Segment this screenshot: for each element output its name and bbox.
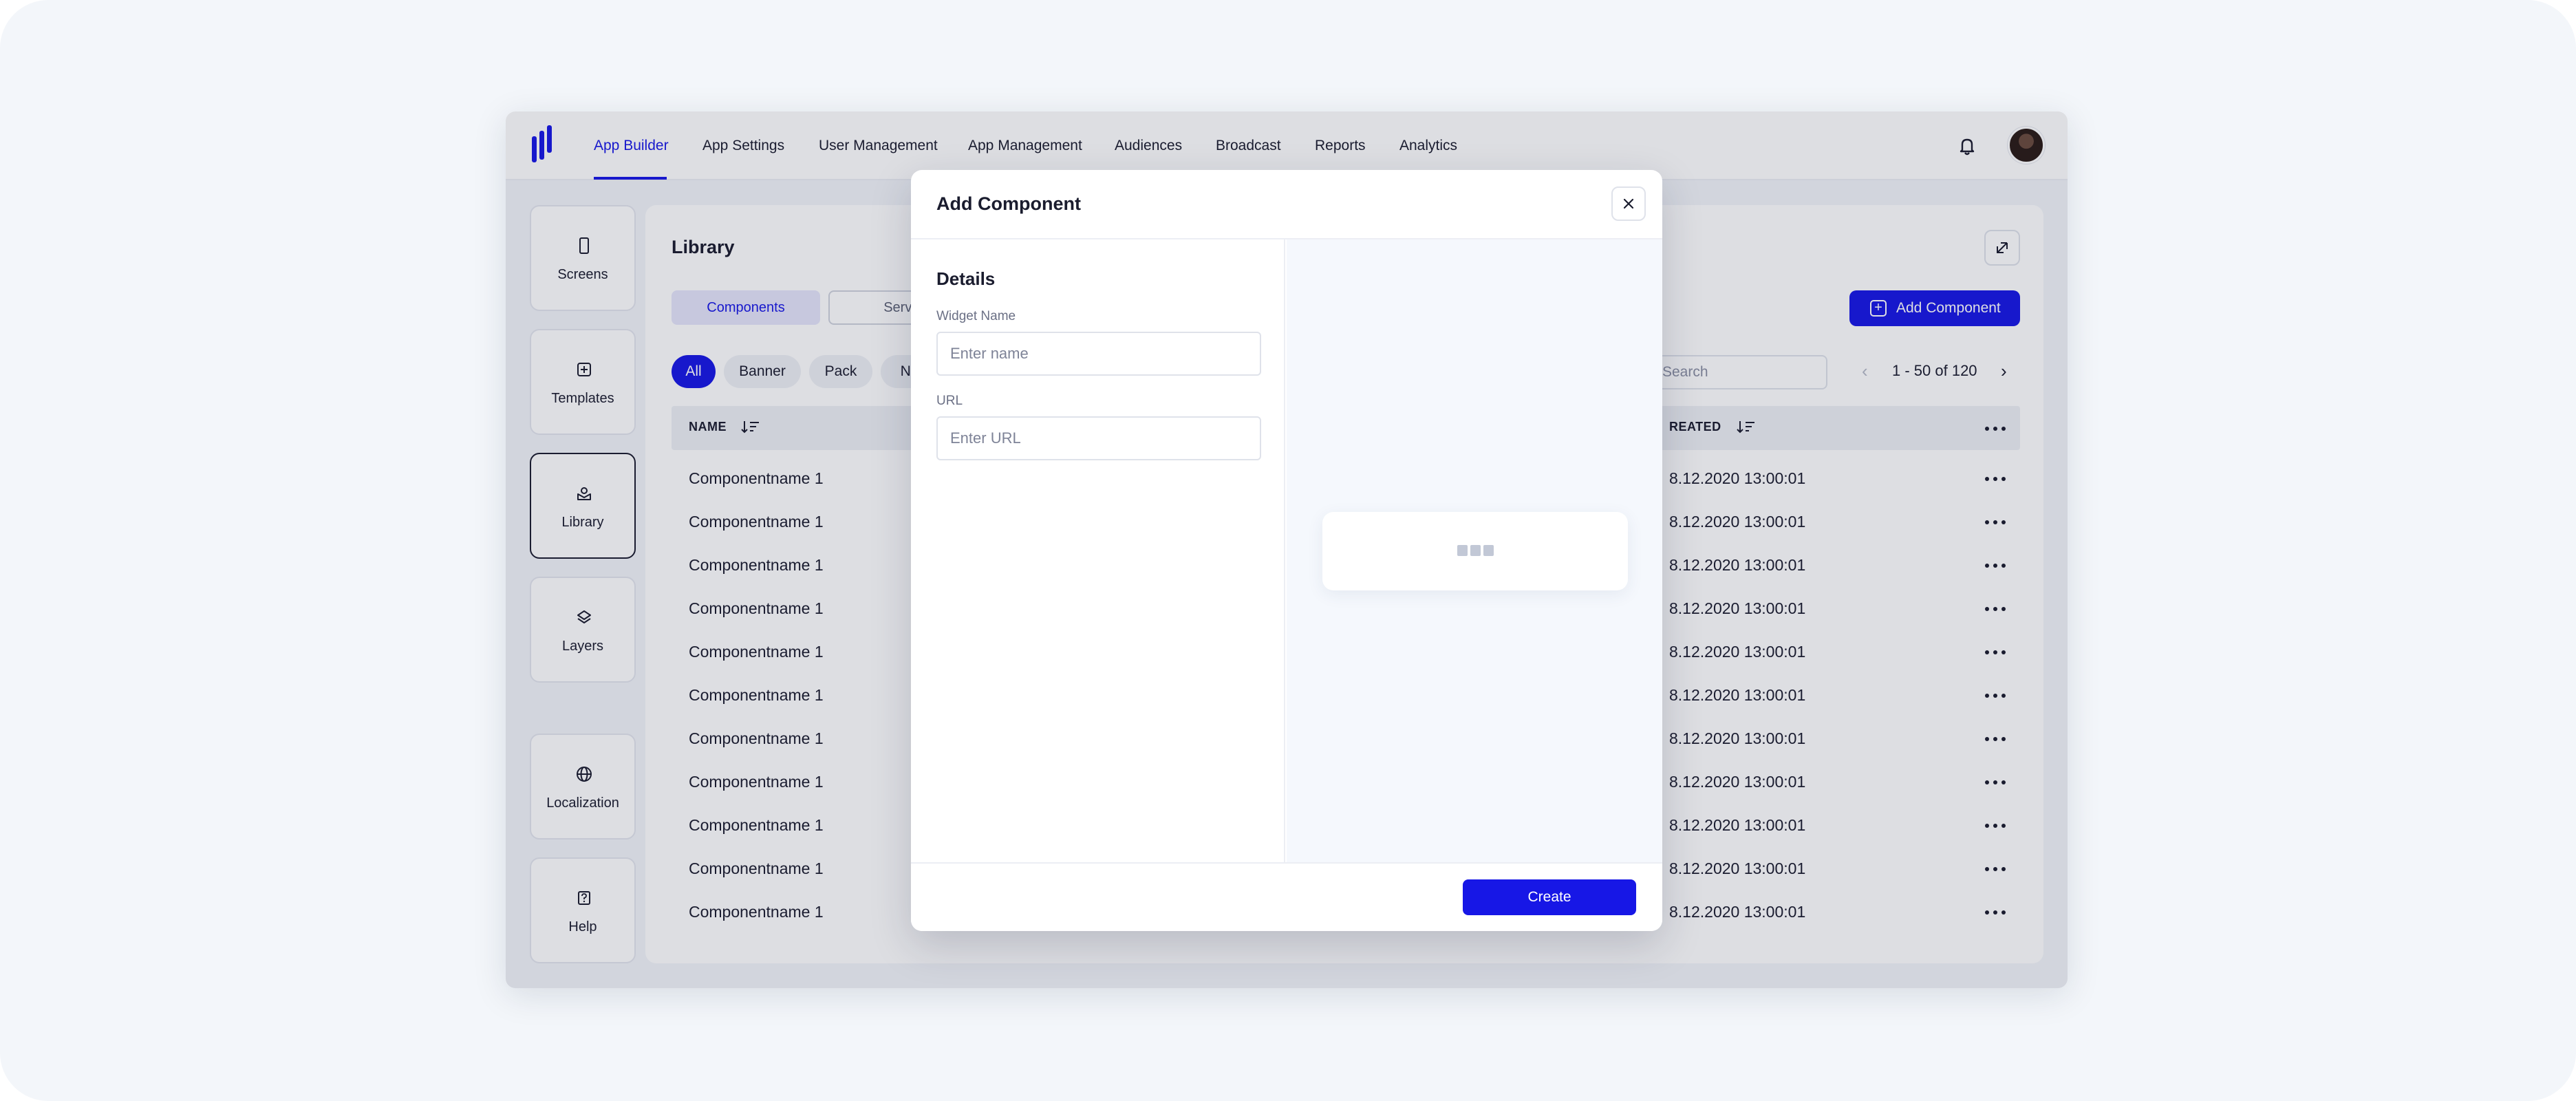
preview-card [1322,512,1628,590]
modal-title: Add Component [936,193,1081,214]
url-input[interactable] [936,416,1261,460]
url-label: URL [936,394,963,408]
section-title: Details [936,268,996,289]
loading-icon [1457,545,1494,557]
close-icon [1623,198,1634,209]
widget-name-input[interactable] [936,332,1261,376]
modal-footer: Create [911,862,1662,931]
modal-header: Add Component [911,170,1662,239]
add-component-modal: Add Component Details Widget Name URL Cr… [911,170,1662,931]
preview-area [1287,239,1662,862]
details-form: Details Widget Name URL [911,239,1285,862]
create-button[interactable]: Create [1463,879,1636,915]
close-button[interactable] [1611,186,1646,221]
widget-name-label: Widget Name [936,309,1016,323]
